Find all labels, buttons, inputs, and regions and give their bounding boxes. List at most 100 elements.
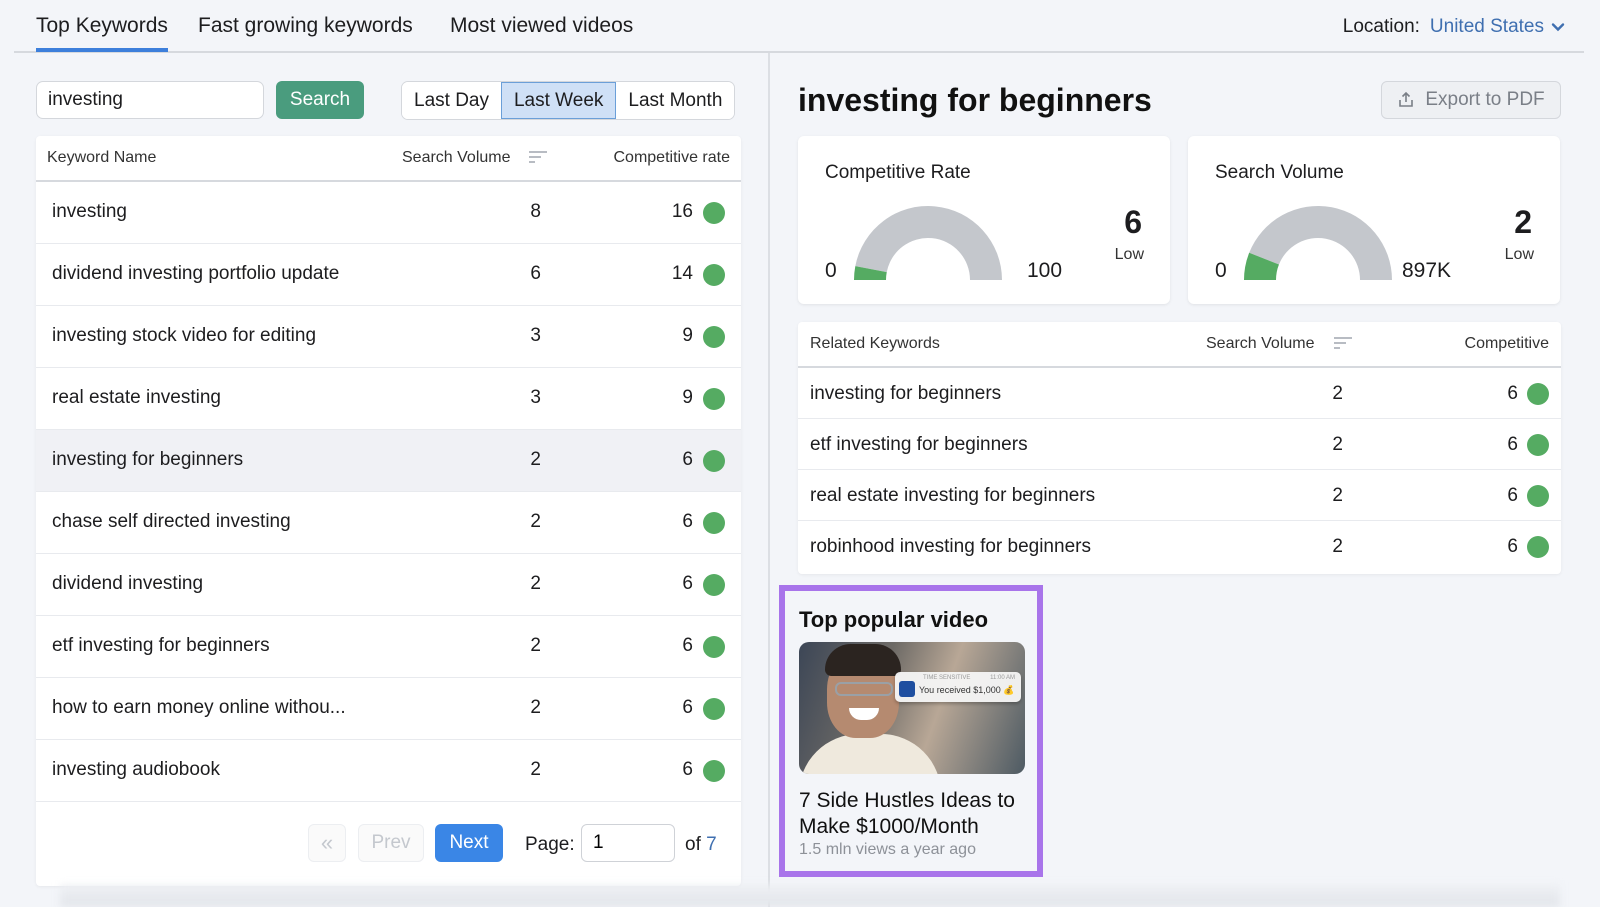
sort-icon[interactable] (1334, 337, 1352, 351)
gauge-min: 0 (1215, 259, 1227, 282)
related-keywords-table: Related Keywords Search Volume Competiti… (798, 322, 1561, 574)
competitive-rate: 9 (682, 387, 693, 408)
tab-top-keywords[interactable]: Top Keywords (36, 14, 168, 52)
paypal-icon (899, 681, 915, 697)
gauge-title: Competitive Rate (825, 162, 971, 183)
related-row[interactable]: investing for beginners 2 6 (798, 368, 1561, 419)
search-volume: 2 (1332, 485, 1343, 506)
status-dot-icon (703, 202, 725, 224)
total-pages[interactable]: 7 (706, 834, 717, 855)
competitive: 6 (1507, 485, 1518, 506)
related-row[interactable]: real estate investing for beginners 2 6 (798, 470, 1561, 521)
table-row[interactable]: investing 8 16 (36, 182, 741, 244)
keyword-detail-title: investing for beginners (798, 82, 1152, 118)
tab-most-viewed-videos[interactable]: Most viewed videos (450, 14, 633, 48)
keyword-name: investing for beginners (52, 449, 244, 470)
range-last-week[interactable]: Last Week (500, 82, 617, 119)
table-row[interactable]: chase self directed investing 2 6 (36, 492, 741, 554)
keyword-name: investing audiobook (52, 759, 220, 780)
upload-icon (1399, 91, 1414, 107)
gauge-max: 897K (1402, 259, 1452, 282)
status-dot-icon (703, 264, 725, 286)
search-volume: 2 (530, 697, 541, 718)
table-header: Related Keywords Search Volume Competiti… (798, 322, 1561, 368)
of-label: of (685, 834, 701, 855)
competitive: 6 (1507, 536, 1518, 557)
status-dot-icon (703, 760, 725, 782)
notif-text: You received $1,000 💰 (919, 685, 1015, 695)
related-row[interactable]: etf investing for beginners 2 6 (798, 419, 1561, 470)
location-selector[interactable]: Location: United States (1343, 16, 1566, 38)
status-dot-icon (703, 574, 725, 596)
video-meta: 1.5 mln views a year ago (799, 841, 976, 858)
status-dot-icon (703, 512, 725, 534)
chevron-down-icon[interactable] (1550, 19, 1566, 35)
next-button[interactable]: Next (435, 824, 503, 862)
status-dot-icon (1527, 485, 1549, 507)
bottom-shadow (60, 885, 1560, 907)
table-row[interactable]: dividend investing 2 6 (36, 554, 741, 616)
related-row[interactable]: robinhood investing for beginners 2 6 (798, 521, 1561, 572)
range-last-month[interactable]: Last Month (616, 82, 735, 119)
search-button[interactable]: Search (276, 81, 364, 119)
search-volume: 2 (1332, 434, 1343, 455)
table-row[interactable]: investing stock video for editing 3 9 (36, 306, 741, 368)
table-row[interactable]: investing for beginners 2 6 (36, 430, 741, 492)
search-volume: 2 (530, 635, 541, 656)
keyword-name: real estate investing (52, 387, 221, 408)
search-volume: 6 (530, 263, 541, 284)
gauge-min: 0 (825, 259, 837, 282)
page-number-input[interactable] (581, 824, 675, 862)
table-header: Keyword Name Search Volume Competitive r… (36, 136, 741, 182)
video-title[interactable]: 7 Side Hustles Ideas to Make $1000/Month (799, 788, 1039, 840)
related-keyword: real estate investing for beginners (810, 485, 1096, 506)
location-label: Location: (1342, 16, 1420, 37)
keyword-search-input[interactable] (36, 81, 264, 119)
col-search-volume[interactable]: Search Volume (1206, 335, 1315, 353)
gauge-level: Low (1504, 246, 1534, 263)
video-thumbnail[interactable]: TIME SENSITIVE 11:00 AM You received $1,… (799, 642, 1025, 774)
table-row[interactable]: real estate investing 3 9 (36, 368, 741, 430)
notif-tag: TIME SENSITIVE (923, 675, 971, 681)
col-keyword-name[interactable]: Keyword Name (47, 149, 156, 167)
col-related-keywords[interactable]: Related Keywords (810, 335, 940, 353)
prev-button[interactable]: Prev (358, 824, 424, 862)
keywords-table: Keyword Name Search Volume Competitive r… (36, 136, 741, 886)
search-volume: 8 (530, 201, 541, 222)
search-volume: 2 (1332, 536, 1343, 557)
status-dot-icon (703, 450, 725, 472)
status-dot-icon (703, 388, 725, 410)
competitive-rate: 6 (682, 759, 693, 780)
table-row[interactable]: dividend investing portfolio update 6 14 (36, 244, 741, 306)
status-dot-icon (1527, 536, 1549, 558)
search-volume: 3 (530, 325, 541, 346)
tab-bar: Top Keywords Fast growing keywords Most … (14, 0, 1584, 53)
thumb-glasses (835, 682, 893, 696)
col-search-volume[interactable]: Search Volume (402, 149, 511, 167)
sort-icon[interactable] (529, 151, 547, 165)
competitive-rate: 6 (682, 573, 693, 594)
top-popular-video-card[interactable]: Top popular video TIME SENSITIVE 11:00 A… (779, 585, 1043, 877)
table-row[interactable]: how to earn money online withou... 2 6 (36, 678, 741, 740)
export-label: Export to PDF (1425, 89, 1545, 110)
table-row[interactable]: investing audiobook 2 6 (36, 740, 741, 802)
col-competitive[interactable]: Competitive (1465, 335, 1549, 353)
col-competitive-rate[interactable]: Competitive rate (614, 149, 731, 167)
first-page-button[interactable]: « (308, 824, 346, 862)
search-volume: 2 (530, 573, 541, 594)
table-row[interactable]: etf investing for beginners 2 6 (36, 616, 741, 678)
video-heading: Top popular video (799, 607, 989, 632)
competitive-rate-gauge (854, 206, 1002, 280)
keyword-name: dividend investing (52, 573, 204, 594)
gauge-value: 6 (1124, 204, 1142, 240)
competitive-rate: 9 (682, 325, 693, 346)
thumb-person-body (799, 734, 941, 774)
gauge-track (855, 206, 1002, 280)
export-pdf-button[interactable]: Export to PDF (1381, 81, 1561, 119)
competitive-rate: 14 (671, 263, 693, 284)
range-last-day[interactable]: Last Day (402, 82, 501, 119)
location-value[interactable]: United States (1430, 16, 1544, 38)
time-range-toggle: Last Day Last Week Last Month (401, 81, 736, 120)
competitive: 6 (1507, 434, 1518, 455)
tab-fast-growing-keywords[interactable]: Fast growing keywords (198, 14, 413, 48)
